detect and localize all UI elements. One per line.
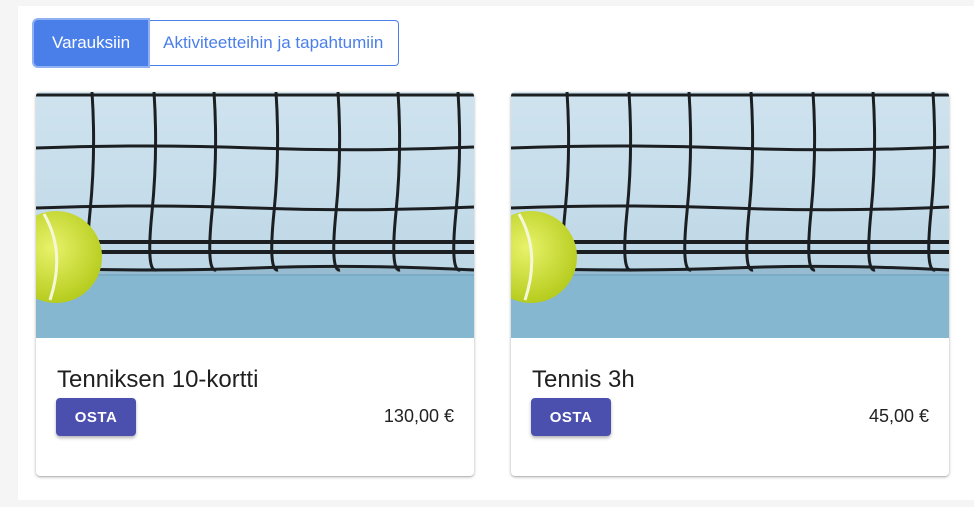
product-price: 130,00 € xyxy=(383,406,454,426)
buy-button[interactable]: OSTA xyxy=(531,398,611,436)
product-card: Tenniksen 10-kortti OSTA 130,00 € xyxy=(36,92,474,476)
tennis-image xyxy=(36,92,474,338)
product-title: Tenniksen 10-kortti xyxy=(57,366,259,393)
buy-button[interactable]: OSTA xyxy=(56,398,136,436)
category-tabs: Varauksiin Aktiviteetteihin ja tapahtumi… xyxy=(34,20,400,66)
tab-varauksiin[interactable]: Varauksiin xyxy=(34,20,149,66)
product-price: 45,00 € xyxy=(868,406,929,426)
product-card: Tennis 3h OSTA 45,00 € xyxy=(511,92,949,476)
tennis-image xyxy=(511,92,949,338)
product-title: Tennis 3h xyxy=(532,366,635,393)
tab-aktiviteetteihin[interactable]: Aktiviteetteihin ja tapahtumiin xyxy=(148,20,400,66)
